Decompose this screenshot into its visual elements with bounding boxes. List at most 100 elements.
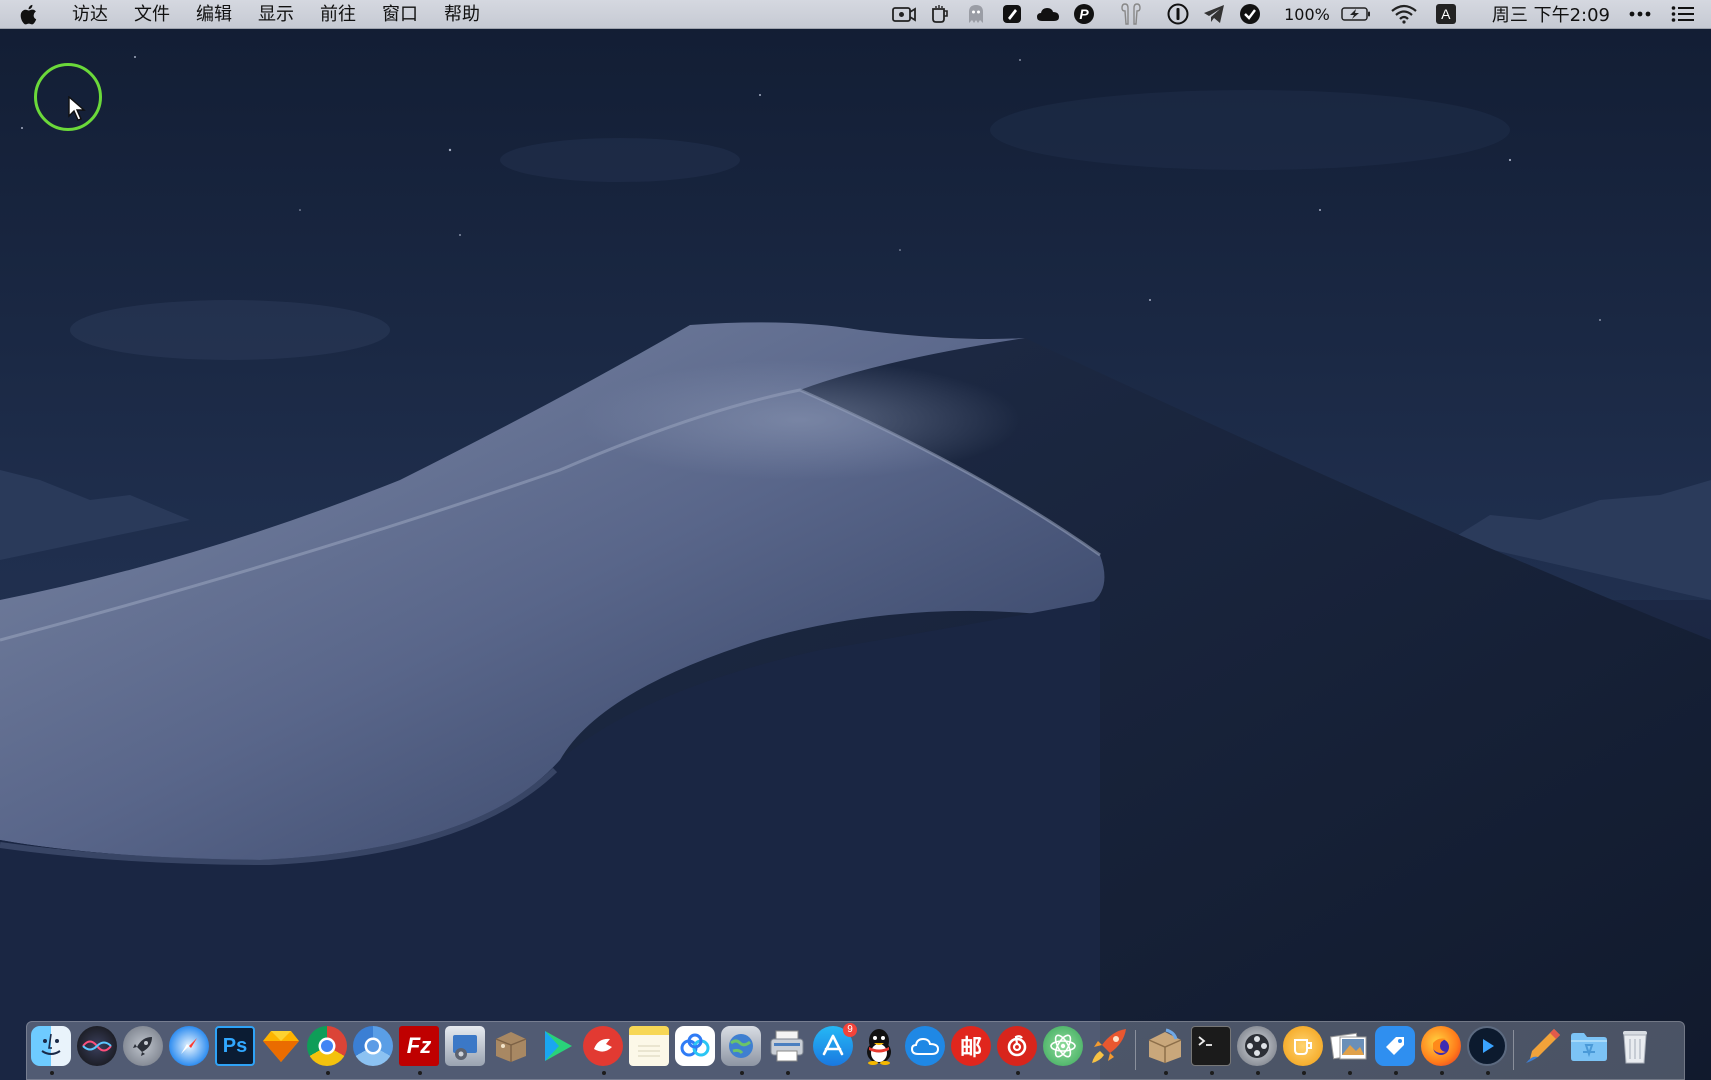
cup-icon[interactable]: [927, 2, 953, 26]
siri-icon: [77, 1026, 117, 1066]
menu-bar: 访达 文件 编辑 显示 前往 窗口 帮助 P 100% A 周三 下午2:09: [0, 0, 1711, 29]
dock-separator: [1513, 1030, 1514, 1070]
dock-item-firefox[interactable]: [1421, 1026, 1463, 1076]
tag-icon: [1375, 1026, 1415, 1066]
dock-item-photoshop[interactable]: Ps: [215, 1026, 257, 1076]
menu-view[interactable]: 显示: [245, 0, 307, 29]
dock-item-trash[interactable]: [1615, 1026, 1657, 1076]
running-indicator: [418, 1071, 422, 1075]
airpods-icon[interactable]: [1118, 2, 1144, 26]
dock-separator: [1135, 1030, 1136, 1070]
icloud-icon: [905, 1026, 945, 1066]
menu-file[interactable]: 文件: [121, 0, 183, 29]
telegram-icon[interactable]: [1201, 2, 1227, 26]
menu-help[interactable]: 帮助: [431, 0, 493, 29]
music-icon: [997, 1026, 1037, 1066]
chrome-icon: [307, 1026, 347, 1066]
running-indicator: [740, 1071, 744, 1075]
screen-recorder-icon[interactable]: [891, 2, 917, 26]
dock-item-iqiyi[interactable]: [537, 1026, 579, 1076]
running-indicator: [326, 1071, 330, 1075]
firefox-icon: [1421, 1026, 1461, 1066]
dock-item-atom[interactable]: [1043, 1026, 1085, 1076]
cup-orange-icon: [1283, 1026, 1323, 1066]
dock-item-applications-folder[interactable]: [1569, 1026, 1611, 1076]
dock-item-filezilla[interactable]: Fz: [399, 1026, 441, 1076]
red-bird-icon: [583, 1026, 623, 1066]
dock-item-paste-app[interactable]: [1375, 1026, 1417, 1076]
dock-item-icloud[interactable]: [905, 1026, 947, 1076]
dock-item-archive-utility[interactable]: [491, 1026, 533, 1076]
dock-item-notes[interactable]: [629, 1026, 671, 1076]
filezilla-icon: Fz: [399, 1026, 439, 1066]
terminal-icon: [1191, 1026, 1231, 1066]
dock-item-system-preferences[interactable]: [445, 1026, 487, 1076]
notification-badge: 9: [843, 1023, 857, 1037]
film-icon: [1237, 1026, 1277, 1066]
penguin-icon: [859, 1026, 899, 1066]
running-indicator: [1210, 1071, 1214, 1075]
menu-finder[interactable]: 访达: [59, 0, 121, 29]
photos-icon: [1329, 1026, 1369, 1066]
p-icon[interactable]: P: [1071, 2, 1097, 26]
dock-item-safari[interactable]: [169, 1026, 211, 1076]
evernote-icon[interactable]: [999, 2, 1025, 26]
dock-item-dvd-player[interactable]: [1237, 1026, 1279, 1076]
running-indicator: [1440, 1071, 1444, 1075]
running-indicator: [1256, 1071, 1260, 1075]
dock-item-chrome[interactable]: [307, 1026, 349, 1076]
mail-red-icon: 邮: [951, 1026, 991, 1066]
menu-clock[interactable]: 周三 下午2:09: [1492, 1, 1610, 27]
dock-item-finder[interactable]: [31, 1026, 73, 1076]
dock-item-mail-app[interactable]: 邮: [951, 1026, 993, 1076]
running-indicator: [1016, 1071, 1020, 1075]
dock-item-installer[interactable]: [1145, 1026, 1187, 1076]
dock-item-pencil-app[interactable]: [1523, 1026, 1565, 1076]
dock-item-sketch[interactable]: [261, 1026, 303, 1076]
running-indicator: [1302, 1071, 1306, 1075]
dock-item-terminal[interactable]: [1191, 1026, 1233, 1076]
dock-item-siri[interactable]: [77, 1026, 119, 1076]
apple-logo-icon[interactable]: [17, 2, 39, 26]
wifi-icon[interactable]: [1391, 2, 1417, 26]
more-icon[interactable]: [1627, 2, 1653, 26]
dock-item-netease-music[interactable]: [997, 1026, 1039, 1076]
cloud-icon[interactable]: [1035, 2, 1061, 26]
notification-center-icon[interactable]: [1670, 2, 1696, 26]
menu-edit[interactable]: 编辑: [183, 0, 245, 29]
finder-icon: [31, 1026, 71, 1066]
globe-icon: [721, 1026, 761, 1066]
dock-item-chromium[interactable]: [353, 1026, 395, 1076]
battery-charging-icon[interactable]: [1340, 2, 1372, 26]
dock-item-cup-app[interactable]: [1283, 1026, 1325, 1076]
chromium-icon: [353, 1026, 393, 1066]
app-store-icon: 9: [813, 1023, 857, 1066]
dock-item-network-utility[interactable]: [721, 1026, 763, 1076]
dock-item-launchpad[interactable]: [123, 1026, 165, 1076]
trash-icon: [1615, 1026, 1655, 1066]
notes-icon: [629, 1026, 669, 1066]
dock-item-quicktime[interactable]: [1467, 1026, 1509, 1076]
ghost-icon[interactable]: [963, 2, 989, 26]
status-area: P 100% A 周三 下午2:09: [886, 0, 1711, 29]
menu-window[interactable]: 窗口: [369, 0, 431, 29]
input-method-indicator[interactable]: A: [1435, 4, 1456, 24]
dock-item-qq[interactable]: [859, 1026, 901, 1076]
mouse-pointer-icon: [68, 95, 86, 122]
dock-item-app-store[interactable]: 9: [813, 1023, 857, 1076]
folder-icon: [1569, 1026, 1609, 1066]
menu-go[interactable]: 前往: [307, 0, 369, 29]
quicktime-icon: [1467, 1026, 1507, 1066]
dock-item-baidu-netdisk[interactable]: [675, 1026, 717, 1076]
atom-icon: [1043, 1026, 1083, 1066]
compass-icon: [169, 1026, 209, 1066]
dock-item-scanner[interactable]: [767, 1026, 809, 1076]
onepassword-icon[interactable]: [1165, 2, 1191, 26]
dock-item-rocket-typist[interactable]: [1089, 1026, 1131, 1076]
dock-item-red-app[interactable]: [583, 1026, 625, 1076]
dock-item-preview[interactable]: [1329, 1026, 1371, 1076]
photoshop-icon: Ps: [215, 1026, 255, 1066]
check-circle-icon[interactable]: [1237, 2, 1263, 26]
running-indicator: [1348, 1071, 1352, 1075]
package-icon: [1145, 1026, 1185, 1066]
